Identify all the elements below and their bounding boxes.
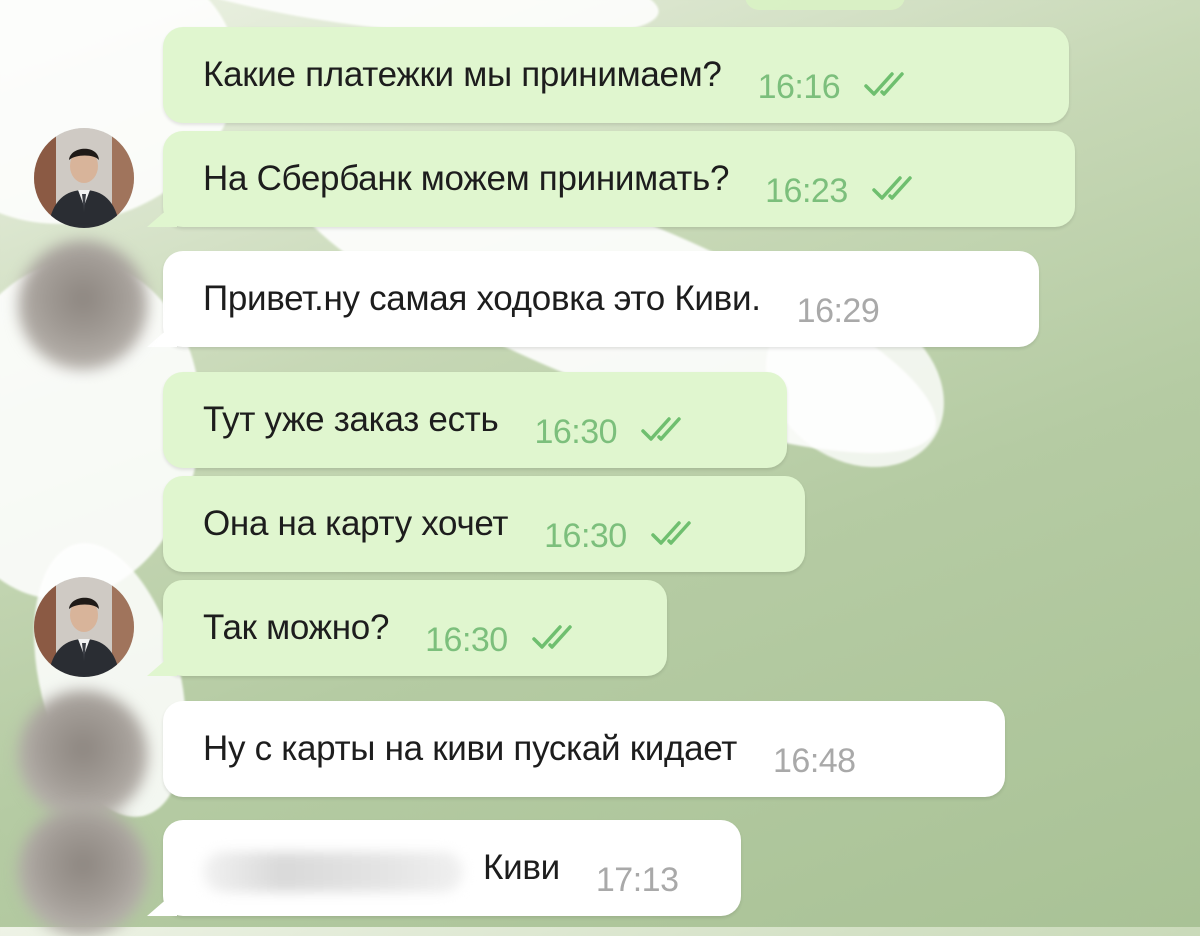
double-check-icon — [862, 68, 920, 102]
message-time: 17:13 — [595, 860, 679, 899]
message-bubble-incoming[interactable]: Ну с карты на киви пускай кидает 16:48 — [163, 701, 1005, 797]
message-text: На Сбербанк можем принимать? — [203, 159, 730, 198]
message-time: 16:30 — [425, 620, 508, 659]
previous-message-bubble[interactable] — [745, 0, 905, 10]
message-bubble-outgoing[interactable]: Какие платежки мы принимаем? 16:16 — [163, 27, 1069, 123]
message-text: Киви — [483, 848, 560, 887]
bubble-tail — [147, 201, 177, 227]
message-time: 16:16 — [757, 67, 841, 106]
message-time: 16:30 — [534, 412, 618, 451]
blurred-text — [203, 852, 463, 892]
person-icon — [34, 128, 134, 228]
message-text: Она на карту хочет — [203, 504, 509, 543]
contact-avatar[interactable] — [18, 240, 148, 370]
person-icon — [34, 577, 134, 677]
message-text: Так можно? — [203, 608, 390, 647]
contact-avatar[interactable] — [18, 806, 148, 936]
message-bubble-outgoing[interactable]: Тут уже заказ есть 16:30 — [163, 372, 787, 468]
message-bubble-outgoing[interactable]: Она на карту хочет 16:30 — [163, 476, 805, 572]
message-time: 16:30 — [544, 516, 627, 555]
message-time: 16:48 — [773, 741, 856, 780]
double-check-icon — [639, 413, 697, 447]
message-bubble-outgoing[interactable]: Так можно? 16:30 — [147, 580, 667, 676]
message-bubble-incoming[interactable]: Киви 17:13 — [147, 820, 741, 916]
message-bubble-outgoing[interactable]: На Сбербанк можем принимать? 16:23 — [147, 131, 1075, 227]
message-text: Привет.ну самая ходовка это Киви. — [203, 279, 761, 318]
message-text: Тут уже заказ есть — [203, 400, 499, 439]
user-avatar[interactable] — [34, 577, 134, 677]
message-text: Какие платежки мы принимаем? — [203, 55, 722, 94]
double-check-icon — [530, 621, 588, 655]
message-text: Ну с карты на киви пускай кидает — [203, 729, 737, 768]
bubble-tail — [147, 890, 177, 916]
double-check-icon — [649, 517, 707, 551]
contact-avatar[interactable] — [18, 690, 148, 820]
user-avatar[interactable] — [34, 128, 134, 228]
message-time: 16:29 — [796, 291, 880, 330]
double-check-icon — [870, 172, 928, 206]
message-time: 16:23 — [765, 171, 848, 210]
message-bubble-incoming[interactable]: Привет.ну самая ходовка это Киви. 16:29 — [147, 251, 1039, 347]
